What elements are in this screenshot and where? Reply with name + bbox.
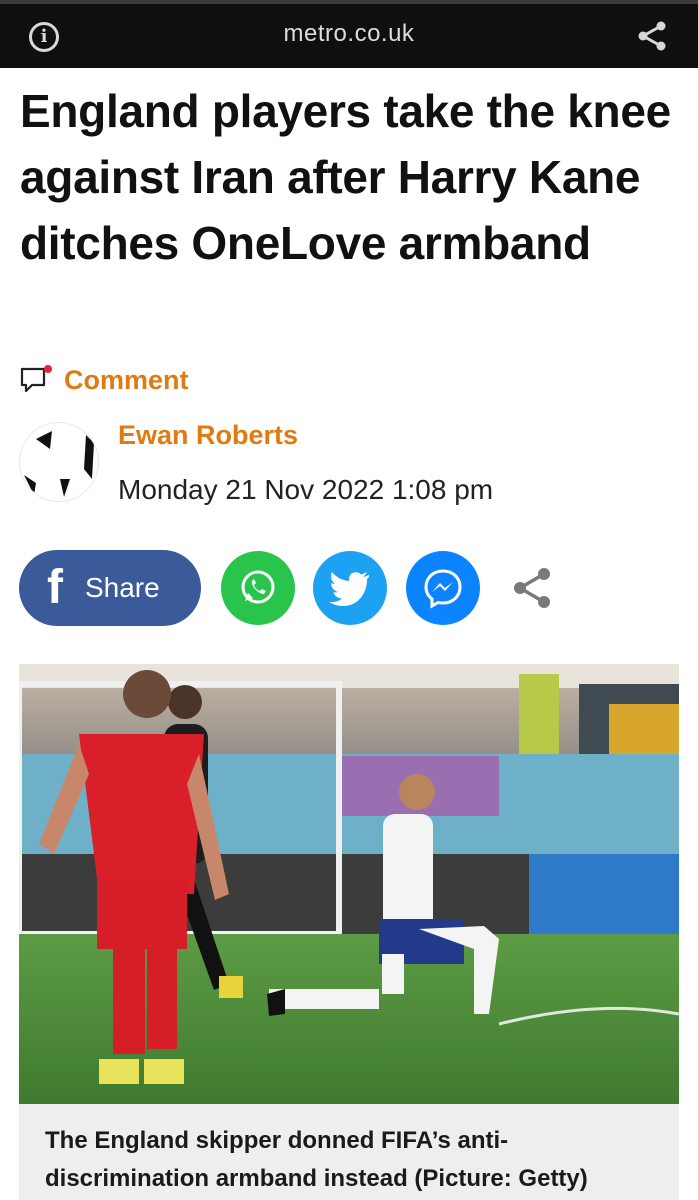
comment-icon <box>20 365 52 393</box>
author-avatar[interactable] <box>19 422 99 502</box>
metro-logo-icon <box>24 431 94 497</box>
comment-label: Comment <box>64 364 189 395</box>
messenger-icon <box>424 569 462 609</box>
site-url[interactable]: metro.co.uk <box>0 20 698 48</box>
author-name[interactable]: Ewan Roberts <box>118 420 298 451</box>
publish-timestamp: Monday 21 Nov 2022 1:08 pm <box>118 474 494 505</box>
twitter-share-button[interactable] <box>313 551 387 625</box>
comment-link[interactable]: Comment <box>20 362 189 398</box>
share-icon[interactable] <box>636 20 668 52</box>
share-icon[interactable] <box>512 566 552 610</box>
photo-caption: The England skipper donned FIFA’s anti-d… <box>19 1104 679 1200</box>
whatsapp-icon <box>241 570 275 604</box>
article-photo[interactable] <box>19 664 679 1104</box>
browser-top-bar: i metro.co.uk <box>0 0 698 68</box>
article-headline: England players take the knee against Ir… <box>20 85 671 269</box>
facebook-icon: f <box>47 561 63 614</box>
messenger-share-button[interactable] <box>406 551 480 625</box>
facebook-share-label: Share <box>84 572 160 603</box>
football-match-image <box>19 664 679 1104</box>
twitter-icon <box>329 572 370 606</box>
status-strip <box>0 0 698 4</box>
whatsapp-share-button[interactable] <box>221 551 295 625</box>
facebook-share-button[interactable]: f Share <box>19 550 201 626</box>
